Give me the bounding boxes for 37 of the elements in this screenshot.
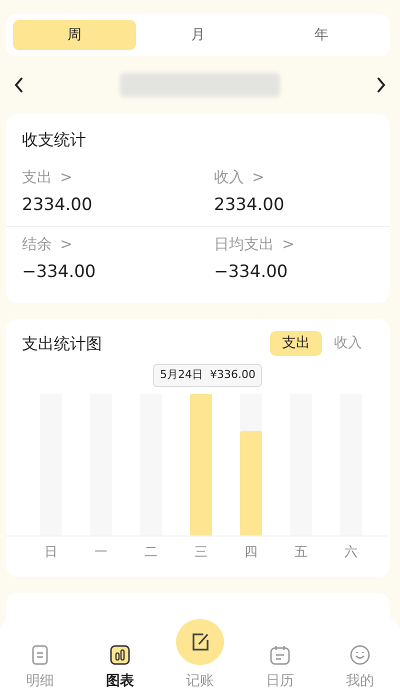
chevron-icon[interactable]: > [60, 233, 73, 256]
type-toggle[interactable]: 支出 [270, 331, 322, 356]
type-toggle[interactable]: 收入 [322, 331, 374, 356]
chart-title: 支出统计图 [22, 332, 102, 354]
calendar-icon [268, 643, 292, 667]
tooltip: 5月24日 ¥336.00 [153, 364, 262, 386]
tab-bar-item[interactable]: 日历 [240, 618, 320, 700]
tab-bar-item[interactable]: 我的 [320, 618, 400, 700]
chevron-icon[interactable]: > [252, 166, 265, 188]
stat-label: 日均支出 [214, 234, 274, 255]
card-title: 收支统计 [21, 129, 87, 151]
period-tab[interactable]: 年 [260, 20, 383, 50]
chart-icon [108, 643, 132, 667]
stat-value: 2334.00 [22, 194, 94, 216]
stat-label: 收入 [214, 167, 244, 188]
tab-bar-item[interactable]: 图表 [80, 618, 160, 700]
axis-label: 日 [44, 545, 58, 560]
stat-value: −334.00 [22, 260, 97, 284]
axis-label: 三 [194, 545, 208, 560]
forward-icon[interactable] [376, 77, 386, 93]
stat-value: 2334.00 [214, 194, 286, 216]
axis-label: 一 [94, 545, 108, 560]
period-tab[interactable]: 月 [136, 20, 260, 50]
smile-icon [348, 643, 372, 667]
stat-label: 结余 [22, 234, 52, 255]
chevron-icon[interactable]: > [60, 166, 73, 188]
axis-label: 二 [144, 545, 158, 560]
tab-bar-item[interactable]: 明细 [0, 618, 80, 700]
axis-label: 五 [294, 545, 308, 560]
stat-value: −334.00 [214, 260, 289, 284]
axis-label: 四 [244, 545, 258, 560]
back-icon[interactable] [14, 77, 24, 93]
period-tab[interactable]: 周 [13, 20, 136, 50]
tab-bar-item[interactable]: 记账 [160, 618, 240, 700]
stat-label: 支出 [22, 167, 52, 188]
axis-label: 六 [344, 545, 358, 560]
chevron-icon[interactable]: > [282, 233, 295, 256]
